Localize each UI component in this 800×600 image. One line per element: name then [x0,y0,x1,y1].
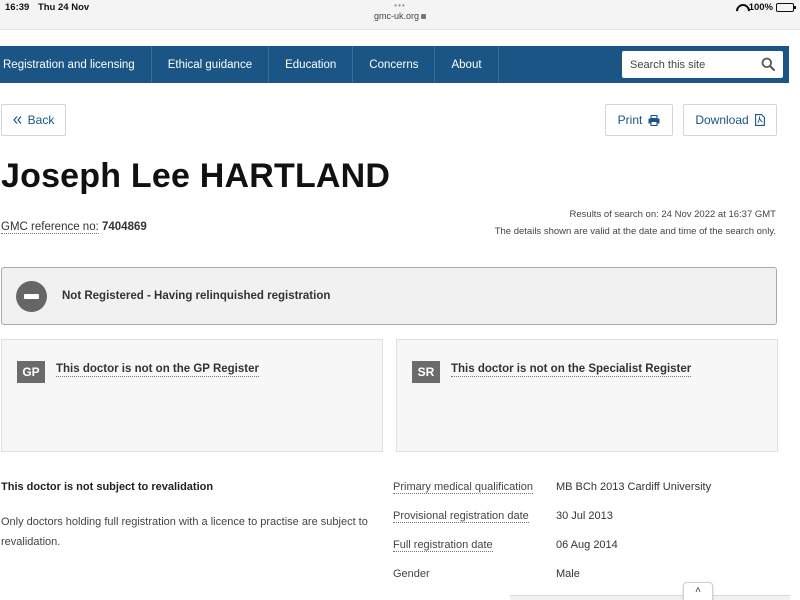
gp-register-status[interactable]: This doctor is not on the GP Register [56,363,259,377]
site-search [622,51,783,78]
download-button[interactable]: Download [683,104,777,136]
url-text[interactable]: gmc-uk.org [0,10,800,22]
specialist-register-status[interactable]: This doctor is not on the Specialist Reg… [451,363,692,377]
sr-badge: SR [412,361,440,383]
gmc-reference-label[interactable]: GMC reference no: [1,221,99,234]
detail-label[interactable]: Primary medical qualification [393,481,533,494]
system-indicators: 100% [736,2,796,13]
print-label: Print [617,113,643,127]
no-entry-icon [16,280,47,312]
more-dots-icon[interactable]: ••• [0,2,800,10]
search-input[interactable] [622,58,752,71]
wifi-icon [736,4,746,12]
address-bar[interactable]: ••• gmc-uk.org [0,2,800,22]
revalidation-title: This doctor is not subject to revalidati… [1,481,214,493]
validity-note: The details shown are valid at the date … [494,226,776,237]
nav-education[interactable]: Education [269,46,354,83]
download-label: Download [695,113,749,127]
gp-register-card: GP This doctor is not on the GP Register [1,339,383,452]
detail-value: Male [556,568,580,580]
lock-icon [421,14,426,19]
search-icon[interactable] [761,57,775,71]
pdf-file-icon [754,114,765,126]
print-button[interactable]: Print [605,104,673,136]
detail-value: 06 Aug 2014 [556,539,618,551]
detail-label[interactable]: Provisional registration date [393,510,529,523]
battery-percent: 100% [748,2,773,13]
registration-status-panel: Not Registered - Having relinquished reg… [1,267,777,325]
floating-toolbar [510,595,790,600]
doctor-name: Joseph Lee HARTLAND [1,157,391,195]
expand-chevron-up-icon[interactable]: ˄ [683,582,713,600]
gmc-reference: GMC reference no: 7404869 [1,221,147,234]
main-navigation: Registration and licensing Ethical guida… [0,46,789,83]
ios-status-bar: 16:39 Thu 24 Nov ••• gmc-uk.org 100% [0,0,800,30]
nav-about[interactable]: About [435,46,499,83]
back-label: Back [27,113,55,127]
revalidation-description: Only doctors holding full registration w… [1,516,368,548]
detail-label: Gender [393,568,430,580]
back-button[interactable]: Back [1,104,66,136]
specialist-register-card: SR This doctor is not on the Specialist … [396,339,778,452]
gp-badge: GP [17,361,45,383]
search-timestamp: Results of search on: 24 Nov 2022 at 16:… [495,206,776,240]
printer-icon [648,114,660,126]
detail-label[interactable]: Full registration date [393,539,493,552]
detail-value: 30 Jul 2013 [556,510,613,522]
search-result-date: Results of search on: 24 Nov 2022 at 16:… [569,209,776,220]
detail-value: MB BCh 2013 Cardiff University [556,481,712,493]
nav-ethical-guidance[interactable]: Ethical guidance [152,46,270,83]
battery-icon [776,3,796,12]
nav-registration-licensing[interactable]: Registration and licensing [0,46,152,83]
registration-status-text: Not Registered - Having relinquished reg… [62,290,331,302]
url-label: gmc-uk.org [373,11,419,21]
nav-concerns[interactable]: Concerns [353,46,436,83]
double-chevron-left-icon [12,116,22,124]
gmc-reference-value: 7404869 [102,221,147,233]
